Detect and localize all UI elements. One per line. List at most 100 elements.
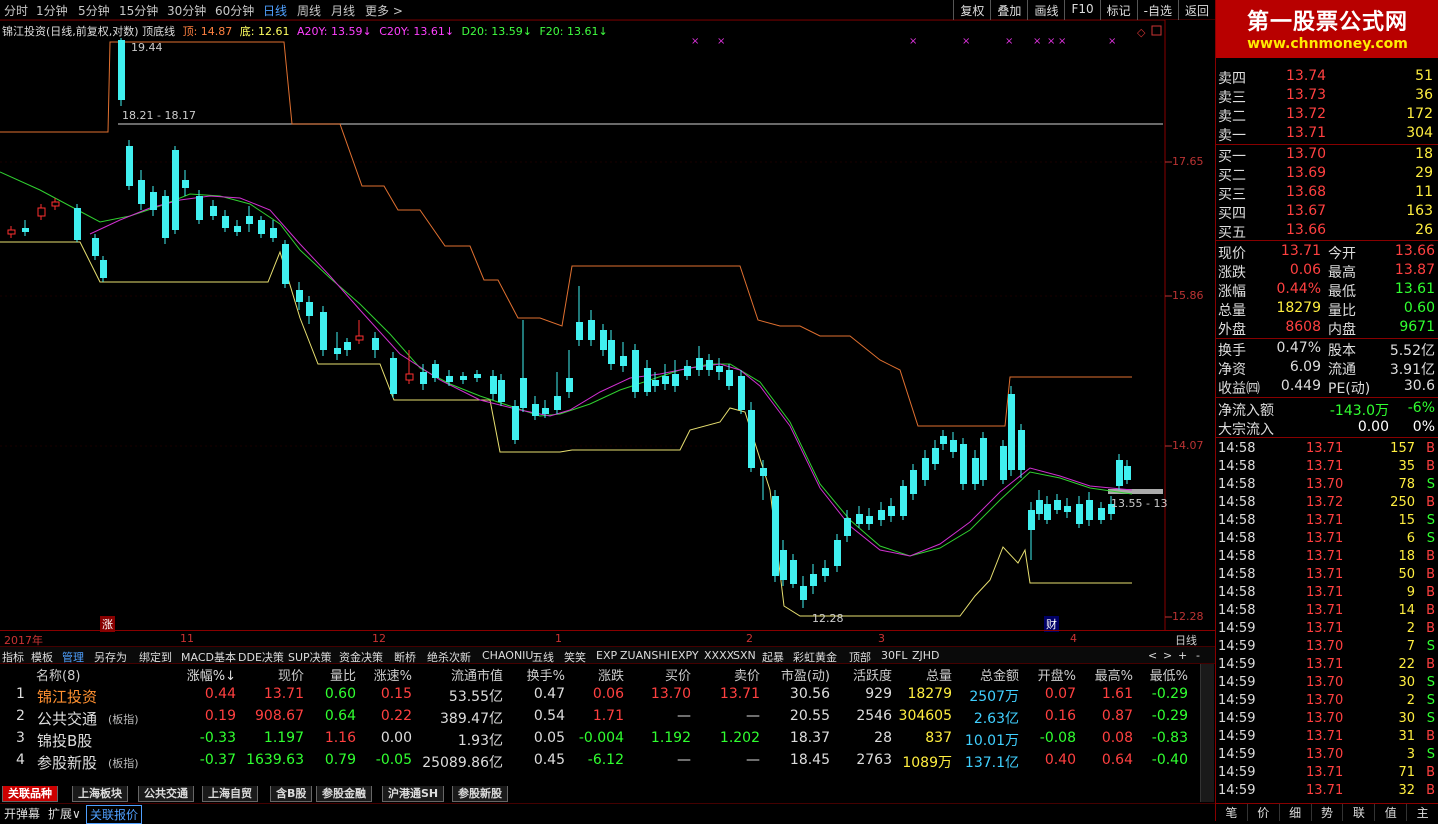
indicator-tab[interactable]: SXN [733,649,756,662]
column-header[interactable]: 涨幅%↓ [187,665,236,684]
overlay-button[interactable]: 叠加 [990,0,1027,20]
indicator-tab[interactable]: ZJHD [912,649,940,662]
table-row[interactable]: 4 参股新股 (板指) -0.37 1639.63 0.79 -0.05 25089.86亿 0… [0,752,1200,774]
mark-button[interactable]: 标记 [1099,0,1137,20]
column-header[interactable]: 开盘% [1038,665,1076,684]
tab-scroll-button[interactable]: < [1148,649,1157,662]
tab-scroll-button[interactable]: + [1178,649,1187,662]
indicator-tab[interactable]: MACD基本 [181,649,236,665]
kline-chart[interactable]: × × × × × × × × × ◇ 锦江投资(日线,前复权,对数) 顶底线 … [0,20,1215,645]
period-tab[interactable]: 5分钟 [78,2,110,19]
expand-toggle[interactable]: 扩展∨ [48,805,81,822]
sector-tab[interactable]: 上海板块 [72,786,128,802]
sector-tab[interactable]: 参股新股 [452,786,508,802]
sector-tab[interactable]: 含B股 [270,786,313,802]
column-header[interactable]: 活跃度 [853,665,892,684]
column-header[interactable]: 最高% [1095,665,1133,684]
column-header[interactable]: 涨跌 [598,665,624,684]
period-tab[interactable]: 60分钟 [215,2,254,19]
draw-button[interactable]: 画线 [1027,0,1064,20]
cell: 304605 [898,708,952,724]
indicator-tab[interactable]: 指标 [2,649,24,665]
indicator-tab[interactable]: 彩虹黄金 [793,649,837,665]
indicator-tab[interactable]: CHAONIU [482,649,533,662]
panel-tab[interactable]: 细 [1280,804,1312,821]
column-header[interactable]: 换手% [527,665,565,684]
svg-text:×: × [1005,36,1013,47]
indicator-tab[interactable]: 起暴 [762,649,784,665]
indicator-tab[interactable]: 顶部 [849,649,871,665]
tab-scroll-button[interactable]: - [1196,649,1200,662]
indicator-tab[interactable]: 断桥 [394,649,416,665]
indicator-tab[interactable]: 另存为 [94,649,127,665]
period-tab[interactable]: 周线 [297,2,321,19]
column-header[interactable]: 卖价 [734,665,760,684]
indicator-tab[interactable]: 绝杀次新 [427,649,471,665]
quote-row: 涨幅 0.44% 最低 13.61 [1216,280,1438,300]
column-header[interactable]: 市盈(动) [781,665,830,684]
adjust-button[interactable]: 复权 [953,0,990,20]
indicator-tab[interactable]: EXPY [671,649,699,662]
candle [1124,466,1131,480]
indicator-tab[interactable]: SUP决策 [288,649,332,665]
panel-tab[interactable]: 笔 [1216,804,1248,821]
period-tab[interactable]: 月线 [331,2,355,19]
index-tag: (板指) [108,713,139,726]
table-row[interactable]: 2 公共交通 (板指) 0.19 908.67 0.64 0.22 389.47亿 0.54 1.… [0,708,1200,730]
panel-tab[interactable]: 势 [1312,804,1344,821]
candle [706,360,713,370]
column-header[interactable]: 量比 [330,665,356,684]
back-button[interactable]: 返回 [1177,0,1215,20]
column-header[interactable]: 现价 [278,665,304,684]
panel-tab[interactable]: 值 [1375,804,1408,821]
table-row[interactable]: 3 锦投B股 -0.33 1.197 1.16 0.00 1.93亿 0.05 -0.004 1.… [0,730,1200,752]
panel-tab[interactable]: 主 [1407,804,1438,821]
stock-name[interactable]: 公共交通 [37,708,97,729]
period-tab[interactable]: 30分钟 [167,2,206,19]
sector-tab[interactable]: 沪港通SH [382,786,445,802]
trade-row: 14:59 13.71 71 B [1216,765,1438,783]
indicator-tab[interactable]: ZUANSHI [620,649,670,662]
column-header[interactable]: 最低% [1150,665,1188,684]
indicator-tab[interactable]: 30FL [881,649,907,662]
panel-tab[interactable]: 价 [1248,804,1280,821]
indicator-tab[interactable]: 模板 [31,649,53,665]
tab-scroll-button[interactable]: > [1163,649,1172,662]
column-header[interactable]: 买价 [665,665,691,684]
bid-row: 买五 13.66 26 [1216,221,1438,241]
sector-tab[interactable]: 参股金融 [316,786,372,802]
column-header[interactable]: 名称(8) [36,665,80,684]
table-scrollbar[interactable] [1200,664,1214,802]
column-header[interactable]: 总量 [926,665,952,684]
column-header[interactable]: 总金额 [980,665,1019,684]
sector-tab[interactable]: 上海自贸 [202,786,258,802]
indicator-tab[interactable]: EXP [596,649,617,662]
period-tab[interactable]: 分时 [4,2,28,19]
stock-name[interactable]: 参股新股 [37,752,97,773]
indicator-tab[interactable]: 资金决策 [339,649,383,665]
indicator-tab[interactable]: DDE决策 [238,649,284,665]
period-tab[interactable]: 1分钟 [36,2,68,19]
period-tab-active[interactable]: 日线 [263,2,287,19]
column-header[interactable]: 涨速% [374,665,412,684]
stock-name[interactable]: 锦江投资 [37,686,97,707]
quote-row: 现价 13.71 今开 13.66 [1216,242,1438,262]
stock-name[interactable]: 锦投B股 [37,730,92,751]
indicator-tab[interactable]: XXXX [704,649,734,662]
indicator-tab[interactable]: 五线 [532,649,554,665]
f10-button[interactable]: F10 [1064,0,1099,20]
indicator-tab[interactable]: 管理 [62,649,84,665]
column-header[interactable]: 流通市值 [451,665,503,684]
related-quote-button[interactable]: 关联报价 [86,805,143,824]
sector-tab[interactable]: 关联品种 [2,786,58,802]
indicator-tab[interactable]: 笑笑 [564,649,586,665]
table-row[interactable]: 1 锦江投资 0.44 13.71 0.60 0.15 53.55亿 0.47 0.06 13.7… [0,686,1200,708]
danmaku-toggle[interactable]: 开弹幕 [4,805,40,822]
quote-row: 总量 18279 量比 0.60 [1216,299,1438,319]
more-dropdown[interactable]: 更多 > [365,2,403,19]
remove-watchlist-button[interactable]: -自选 [1136,0,1178,20]
period-tab[interactable]: 15分钟 [119,2,158,19]
sector-tab[interactable]: 公共交通 [138,786,194,802]
indicator-tab[interactable]: 绑定到 [139,649,172,665]
panel-tab[interactable]: 联 [1343,804,1376,821]
